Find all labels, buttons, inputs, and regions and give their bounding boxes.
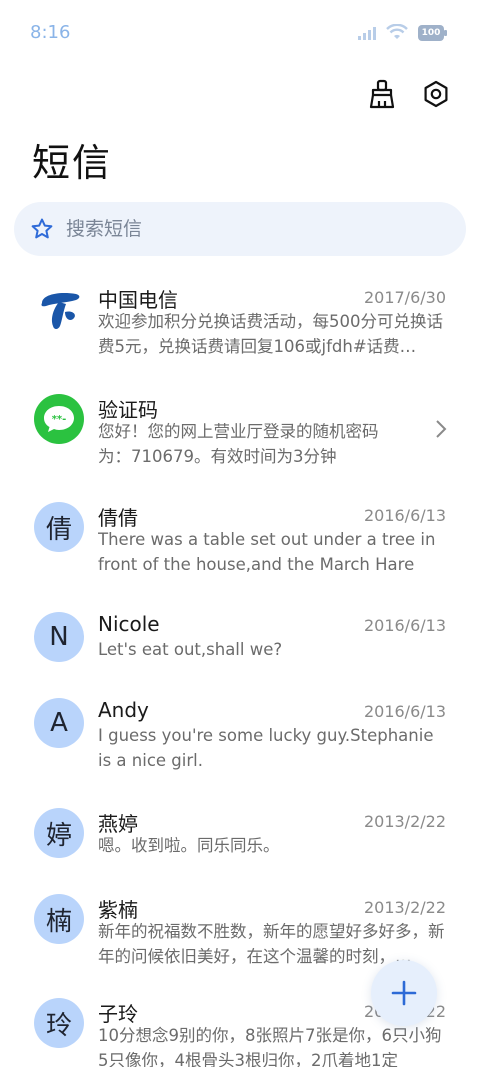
status-icons: 100 xyxy=(358,24,448,41)
message-row[interactable]: 倩 倩倩 2016/6/13 There was a table set out… xyxy=(0,488,480,598)
message-preview: Let's eat out,shall we? xyxy=(98,640,283,659)
message-preview: 10分想念9别的你，8张照片7张是你，6只小狗5只像你，4根骨头3根归你，2爪着… xyxy=(98,1026,442,1067)
message-preview: I guess you're some lucky guy.Stephanie … xyxy=(98,726,434,770)
new-message-button[interactable] xyxy=(371,960,437,1026)
contact-avatar: 婷 xyxy=(34,808,84,858)
message-date: 2016/6/13 xyxy=(363,506,446,525)
contact-name: 子玲 xyxy=(98,1002,138,1026)
plus-icon xyxy=(391,980,417,1006)
contact-name: Andy xyxy=(98,698,149,722)
battery-icon: 100 xyxy=(418,24,448,41)
message-row[interactable]: N Nicole 2016/6/13 Let's eat out,shall w… xyxy=(0,598,480,684)
contact-name: 中国电信 xyxy=(98,288,178,312)
messages-screen: 8:16 100 短信 搜索短信 中国电信 2017/6/30 欢迎参加积分兑换… xyxy=(0,0,480,1067)
contact-name: 燕婷 xyxy=(98,812,138,836)
message-row[interactable]: 婷 燕婷 2013/2/22 嗯。收到啦。同乐同乐。 xyxy=(0,794,480,880)
page-title: 短信 xyxy=(32,141,113,185)
message-date: 2013/2/22 xyxy=(363,898,446,917)
broom-icon xyxy=(369,79,395,109)
message-row[interactable]: 中国电信 2017/6/30 欢迎参加积分兑换话费活动，每500分可兑换话费5元… xyxy=(0,270,480,380)
contact-avatar: 倩 xyxy=(34,502,84,552)
message-date: 2016/6/13 xyxy=(363,616,446,635)
clean-button[interactable] xyxy=(364,76,400,112)
gear-icon xyxy=(424,80,448,108)
message-bubble-icon: **- xyxy=(34,394,84,444)
search-input[interactable] xyxy=(66,218,426,240)
message-preview: 嗯。收到啦。同乐同乐。 xyxy=(98,836,280,855)
contact-avatar: A xyxy=(34,698,84,748)
message-row[interactable]: A Andy 2016/6/13 I guess you're some luc… xyxy=(0,684,480,794)
battery-level: 100 xyxy=(421,27,441,38)
message-list: 中国电信 2017/6/30 欢迎参加积分兑换话费活动，每500分可兑换话费5元… xyxy=(0,270,480,1067)
status-time: 8:16 xyxy=(30,22,71,43)
contact-name: Nicole xyxy=(98,612,160,636)
contact-name: 验证码 xyxy=(98,398,158,422)
message-date: 2016/6/13 xyxy=(363,702,446,721)
contact-name: 倩倩 xyxy=(98,506,138,530)
top-actions xyxy=(364,76,454,112)
search-bar[interactable] xyxy=(14,202,466,256)
message-row[interactable]: **- 验证码 您好！您的网上营业厅登录的随机密码为：710679。有效时间为3… xyxy=(0,380,480,488)
contact-avatar: N xyxy=(34,612,84,662)
message-preview: There was a table set out under a tree i… xyxy=(98,530,436,574)
contact-avatar: 玲 xyxy=(34,998,84,1048)
message-date: 2017/6/30 xyxy=(363,288,446,307)
wifi-icon xyxy=(386,24,408,39)
status-bar: 8:16 100 xyxy=(0,0,480,68)
message-preview: 您好！您的网上营业厅登录的随机密码为：710679。有效时间为3分钟 xyxy=(98,422,379,466)
message-date: 2013/2/22 xyxy=(363,812,446,831)
chevron-right-icon xyxy=(436,420,447,438)
settings-button[interactable] xyxy=(418,76,454,112)
signal-icon xyxy=(358,26,376,40)
star-icon xyxy=(31,218,53,239)
telecom-logo-icon xyxy=(34,284,84,334)
contact-name: 紫楠 xyxy=(98,898,138,922)
message-preview: 欢迎参加积分兑换话费活动，每500分可兑换话费5元，兑换话费请回复106或jfd… xyxy=(98,312,443,356)
svg-text:**-: **- xyxy=(52,414,67,425)
contact-avatar: 楠 xyxy=(34,894,84,944)
